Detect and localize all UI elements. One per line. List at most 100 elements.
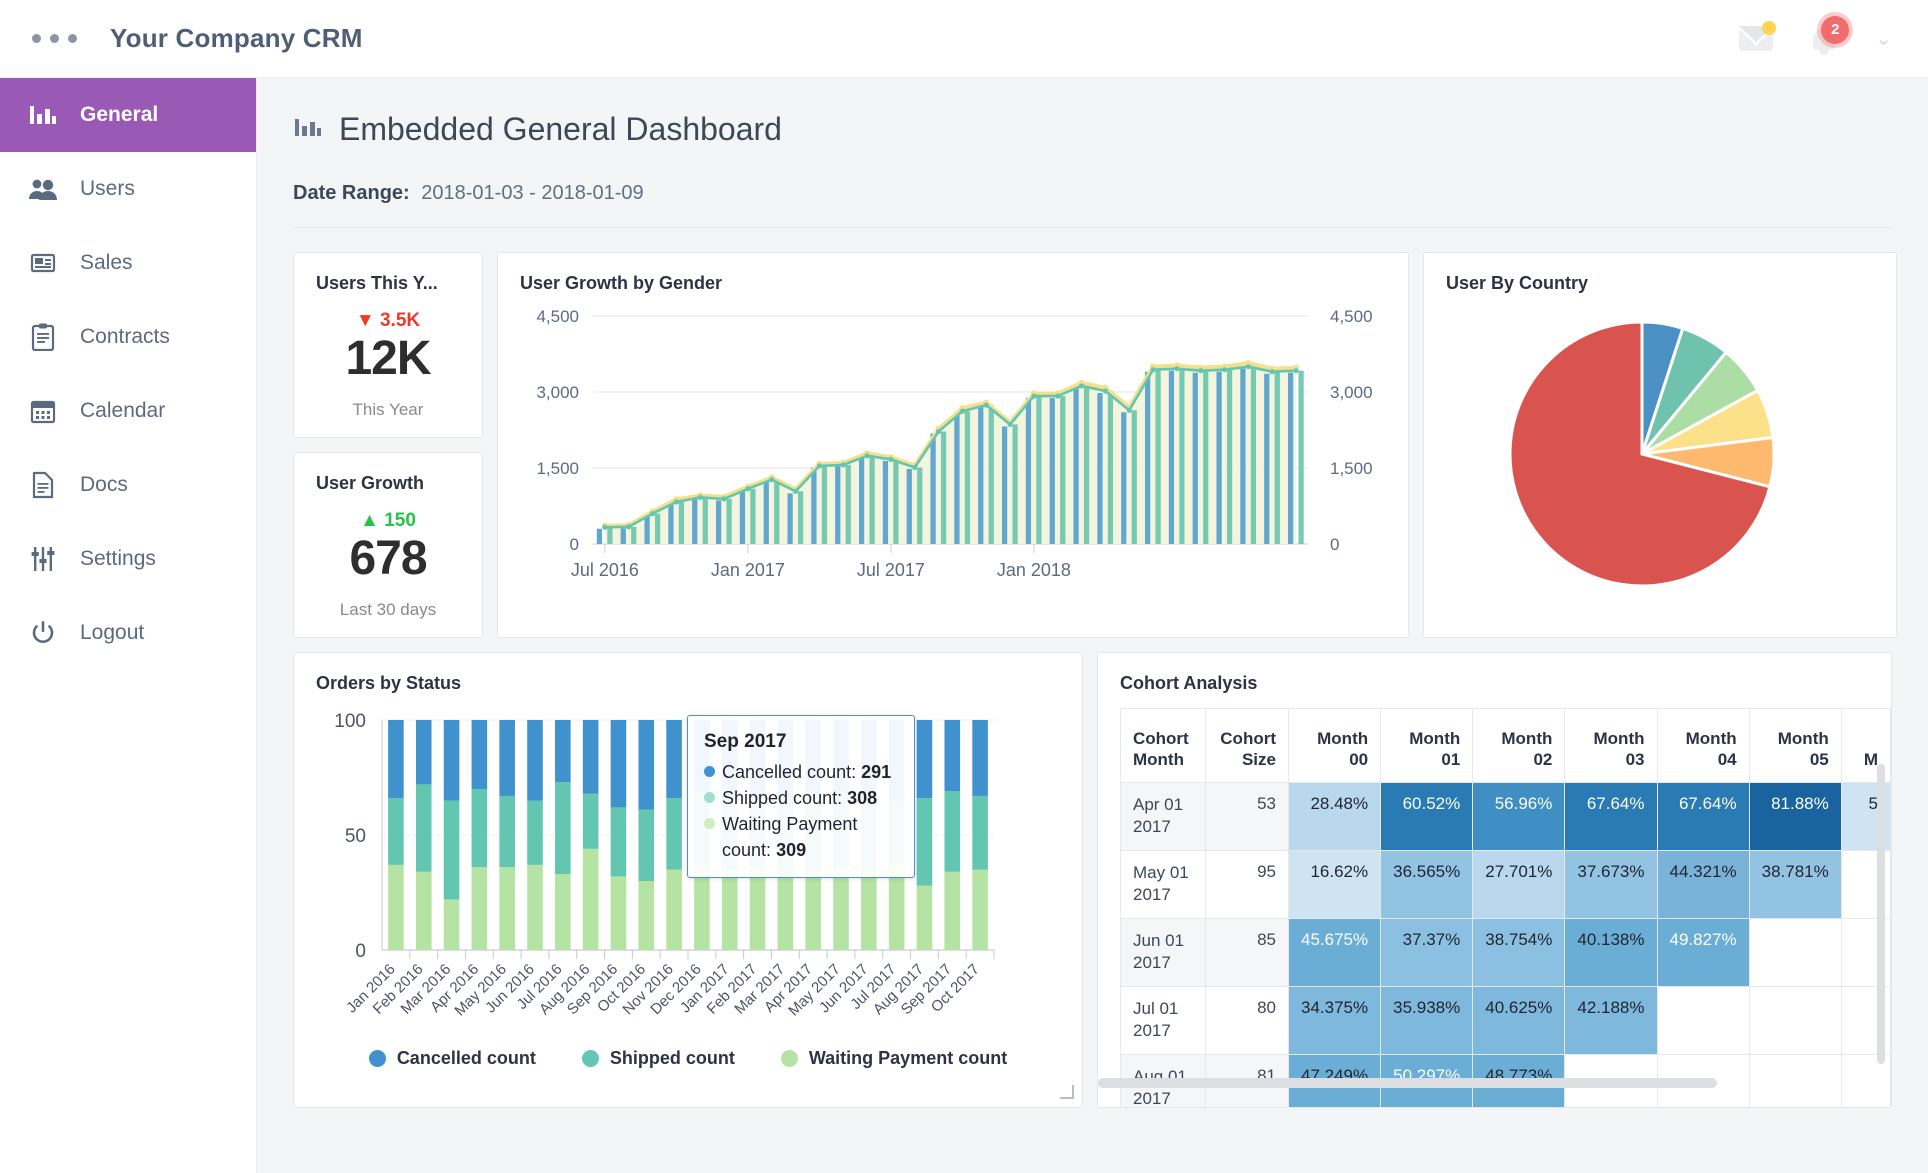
- kpi-delta: ▼ 3.5K: [356, 310, 420, 332]
- cohort-value-cell: 36.565%: [1381, 851, 1473, 919]
- svg-text:3,000: 3,000: [1330, 383, 1373, 402]
- chart-panel-user-by-country: User By Country: [1423, 252, 1897, 638]
- cohort-size-cell: 85: [1206, 919, 1289, 987]
- sidebar-item-label: Contracts: [80, 325, 170, 349]
- cohort-value-cell: 81.88%: [1749, 783, 1841, 851]
- kpi-card-user-growth: User Growth ▲ 150 678 Last 30 days: [293, 452, 483, 638]
- mail-unread-dot: [1762, 21, 1776, 35]
- user-by-country-pie[interactable]: [1424, 294, 1896, 624]
- cohort-value-cell: 67.64%: [1565, 783, 1657, 851]
- table-column-header: Month04: [1657, 709, 1749, 783]
- sidebar-item-docs[interactable]: Docs: [0, 448, 256, 522]
- user-growth-chart[interactable]: 001,5001,5003,0003,0004,5004,500Jul 2016…: [498, 294, 1408, 624]
- dashboard-row-2: Orders by Status 050100Jan 2016Feb 2016M…: [293, 652, 1892, 1108]
- legend-item[interactable]: Shipped count: [582, 1048, 735, 1069]
- arrow-up-icon: ▲: [360, 510, 379, 531]
- sidebar-item-label: General: [80, 103, 158, 127]
- cohort-value-cell: 44.321%: [1657, 851, 1749, 919]
- tooltip-row: Cancelled count: 291: [704, 759, 898, 785]
- table-column-header: Month03: [1565, 709, 1657, 783]
- sidebar-item-logout[interactable]: Logout: [0, 596, 256, 670]
- svg-text:100: 100: [334, 711, 366, 732]
- page-title-text: Embedded General Dashboard: [339, 111, 782, 148]
- panel-resize-handle[interactable]: [1060, 1085, 1074, 1099]
- legend-label: Waiting Payment count: [809, 1048, 1007, 1069]
- vertical-scrollbar[interactable]: [1877, 764, 1885, 1064]
- app-brand-title: Your Company CRM: [110, 23, 363, 54]
- cohort-table-scroll-area[interactable]: CohortMonthCohortSizeMonth00Month01Month…: [1098, 694, 1891, 1094]
- table-title: Cohort Analysis: [1098, 653, 1891, 694]
- legend-swatch-shipped: [582, 1050, 599, 1067]
- cohort-size-cell: 95: [1206, 851, 1289, 919]
- bell-icon[interactable]: 2: [1807, 22, 1841, 56]
- kpi-column: Users This Y... ▼ 3.5K 12K This Year Use…: [293, 252, 483, 638]
- cohort-value-cell: 16.62%: [1289, 851, 1381, 919]
- cohort-value-cell: 28.48%: [1289, 783, 1381, 851]
- table-column-header: CohortMonth: [1121, 709, 1206, 783]
- legend-label: Cancelled count: [397, 1048, 536, 1069]
- sliders-icon: [28, 544, 58, 574]
- main-content: Embedded General Dashboard Date Range: 2…: [256, 78, 1928, 1173]
- mail-icon[interactable]: [1739, 26, 1773, 52]
- document-icon: [28, 470, 58, 500]
- cohort-table: CohortMonthCohortSizeMonth00Month01Month…: [1120, 708, 1891, 1108]
- cohort-value-cell: 60.52%: [1381, 783, 1473, 851]
- sidebar-item-settings[interactable]: Settings: [0, 522, 256, 596]
- kpi-delta: ▲ 150: [360, 510, 416, 532]
- svg-text:Jan 2017: Jan 2017: [711, 560, 785, 580]
- sidebar-item-general[interactable]: General: [0, 78, 256, 152]
- chart-panel-orders-by-status: Orders by Status 050100Jan 2016Feb 2016M…: [293, 652, 1083, 1108]
- table-column-header: Month01: [1381, 709, 1473, 783]
- sidebar-item-label: Users: [80, 177, 135, 201]
- cohort-month-cell: Jul 012017: [1121, 987, 1206, 1055]
- legend-label: Shipped count: [610, 1048, 735, 1069]
- sidebar-item-label: Sales: [80, 251, 133, 275]
- kpi-card-users-this-year: Users This Y... ▼ 3.5K 12K This Year: [293, 252, 483, 438]
- chevron-down-icon[interactable]: ⌄: [1875, 26, 1892, 51]
- sidebar-item-label: Calendar: [80, 399, 165, 423]
- svg-text:50: 50: [345, 826, 366, 847]
- cohort-value-cell: 38.781%: [1749, 851, 1841, 919]
- chart-title: Orders by Status: [294, 653, 1082, 694]
- tooltip-value: 291: [861, 762, 891, 782]
- tooltip-label: Cancelled count:: [722, 762, 856, 782]
- tooltip-dot-cancelled: [704, 766, 715, 777]
- sidebar-item-calendar[interactable]: Calendar: [0, 374, 256, 448]
- kpi-title: Users This Y...: [294, 253, 438, 294]
- chart-title: User By Country: [1424, 253, 1896, 294]
- kpi-subtitle: Last 30 days: [340, 600, 436, 620]
- table-panel-cohort-analysis: Cohort Analysis CohortMonthCohortSizeMon…: [1097, 652, 1892, 1108]
- top-bar-actions: 2 ⌄: [1739, 22, 1928, 56]
- kpi-title: User Growth: [294, 453, 424, 494]
- sidebar-item-users[interactable]: Users: [0, 152, 256, 226]
- cohort-value-cell: 49.827%: [1657, 919, 1749, 987]
- svg-text:4,500: 4,500: [536, 307, 579, 326]
- table-row: May 0120179516.62%36.565%27.701%37.673%4…: [1121, 851, 1891, 919]
- more-dots-icon[interactable]: [32, 34, 77, 43]
- clipboard-icon: [28, 322, 58, 352]
- cohort-value-cell: 56.96%: [1473, 783, 1565, 851]
- table-body: Apr 0120175328.48%60.52%56.96%67.64%67.6…: [1121, 783, 1891, 1109]
- tooltip-label: Shipped count:: [722, 788, 842, 808]
- power-icon: [28, 618, 58, 648]
- tooltip-row: Shipped count: 308: [704, 785, 898, 811]
- table-header-row: CohortMonthCohortSizeMonth00Month01Month…: [1121, 709, 1891, 783]
- cohort-value-cell: 45.675%: [1289, 919, 1381, 987]
- svg-text:Jul 2016: Jul 2016: [571, 560, 639, 580]
- sidebar-item-label: Settings: [80, 547, 156, 571]
- legend-item[interactable]: Cancelled count: [369, 1048, 536, 1069]
- date-range-label: Date Range:: [293, 182, 410, 204]
- dashboard-row-1: Users This Y... ▼ 3.5K 12K This Year Use…: [293, 252, 1892, 638]
- legend-swatch-cancelled: [369, 1050, 386, 1067]
- legend-item[interactable]: Waiting Payment count: [781, 1048, 1007, 1069]
- sidebar: General Users Sales Contracts Calendar: [0, 78, 256, 1173]
- sidebar-item-contracts[interactable]: Contracts: [0, 300, 256, 374]
- page-title: Embedded General Dashboard: [293, 78, 1892, 148]
- notification-badge: 2: [1817, 12, 1853, 48]
- tooltip-value: 308: [847, 788, 877, 808]
- horizontal-scrollbar[interactable]: [1098, 1078, 1891, 1088]
- cohort-value-cell: 67.64%: [1657, 783, 1749, 851]
- sidebar-item-sales[interactable]: Sales: [0, 226, 256, 300]
- kpi-value: 12K: [345, 334, 430, 384]
- table-column-header: CohortSize: [1206, 709, 1289, 783]
